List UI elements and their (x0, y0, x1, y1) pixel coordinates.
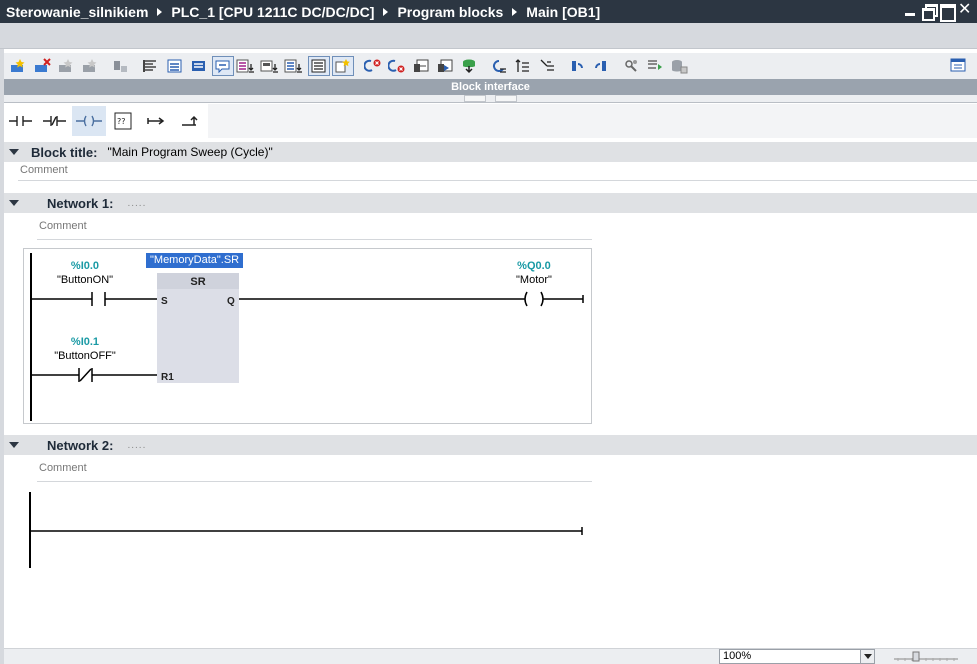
block-interface-splitter[interactable] (4, 95, 977, 103)
add-row-icon[interactable] (80, 56, 102, 76)
empty-box-icon[interactable]: ?? (106, 106, 140, 136)
network-1-diagram: %I0.0 "ButtonON" %I0.1 "ButtonOFF" %Q0.0… (30, 253, 584, 421)
editor-header-strip (0, 23, 977, 49)
collapse-triangle-icon[interactable] (9, 200, 19, 206)
block-title-value[interactable]: "Main Program Sweep (Cycle)" (107, 145, 272, 159)
coil-icon[interactable] (72, 106, 106, 136)
contact-buttonoff-name[interactable]: "ButtonOFF" (54, 350, 116, 362)
minimize-icon[interactable] (904, 4, 917, 17)
zoom-slider-thumb[interactable] (912, 651, 920, 662)
network-1-header[interactable]: Network 1: ..... (4, 193, 977, 213)
zoom-slider[interactable] (893, 651, 959, 663)
favorites-icon[interactable] (164, 56, 186, 76)
absolute-operands-icon[interactable] (140, 56, 162, 76)
contact-buttonon[interactable] (91, 292, 106, 306)
insert-network-icon[interactable] (8, 56, 30, 76)
svg-text:??: ?? (117, 117, 126, 126)
download-icon[interactable] (668, 56, 690, 76)
nc-contact-icon[interactable] (38, 106, 72, 136)
update-inputs-icon[interactable] (458, 56, 480, 76)
network-1-ladder[interactable]: %I0.0 "ButtonON" %I0.1 "ButtonOFF" %Q0.0… (23, 248, 592, 424)
load-icon[interactable] (512, 56, 534, 76)
editor-toolbar (4, 53, 977, 79)
network-2-header[interactable]: Network 2: ..... (4, 435, 977, 455)
snapshot-icon[interactable] (434, 56, 456, 76)
chevron-down-icon[interactable] (860, 650, 874, 663)
block-interface-toggle-icon[interactable] (949, 56, 967, 74)
contact-buttonon-name[interactable]: "ButtonON" (57, 274, 113, 286)
window-controls: ✕ (904, 2, 971, 22)
compare-icon[interactable] (488, 56, 510, 76)
network-2-title[interactable]: ..... (127, 440, 146, 451)
open-all-networks-icon[interactable] (236, 56, 258, 76)
go-to-next-error-icon[interactable] (362, 56, 384, 76)
sr-pin-s: S (161, 296, 168, 307)
contact-buttonon-address[interactable]: %I0.0 (71, 260, 99, 272)
network-comments-icon[interactable] (188, 56, 210, 76)
reset-start-values-icon[interactable] (110, 56, 132, 76)
close-all-networks-icon[interactable] (260, 56, 282, 76)
block-title-label: Block title: (31, 144, 98, 160)
expand-up-icon[interactable] (464, 95, 486, 102)
lad-elements-bar: ?? (4, 104, 208, 138)
comment-toggle-icon[interactable] (212, 56, 234, 76)
coil-motor[interactable] (524, 291, 544, 307)
properties-icon[interactable] (644, 56, 666, 76)
zoom-value: 100% (723, 650, 752, 662)
editor-title-bar: Sterowanie_silnikiem PLC_1 [CPU 1211C DC… (0, 0, 977, 23)
monitor-icon[interactable] (410, 56, 432, 76)
lad-bar-background (208, 104, 977, 138)
block-interface-bar[interactable]: Block interface (4, 79, 977, 95)
sr-type-label: SR (190, 276, 205, 288)
network-2-comment-field[interactable]: Comment (37, 462, 592, 482)
coil-motor-name[interactable]: "Motor" (516, 274, 552, 286)
sr-pin-r1: R1 (161, 372, 174, 383)
breadcrumb-separator-icon (512, 7, 518, 16)
network-2-ladder[interactable] (23, 490, 592, 572)
open-branch-icon[interactable] (140, 106, 174, 136)
insert-row-icon[interactable] (56, 56, 78, 76)
network-1-comment-field[interactable]: Comment (37, 220, 592, 240)
block-title-header[interactable]: Block title: "Main Program Sweep (Cycle)… (4, 142, 977, 162)
block-comment-field[interactable]: Comment (18, 164, 977, 181)
breadcrumb-project[interactable]: Sterowanie_silnikiem (6, 4, 148, 20)
test-icon[interactable] (620, 56, 642, 76)
breadcrumb-separator-icon (157, 7, 163, 16)
collapse-triangle-icon[interactable] (9, 149, 19, 155)
close-icon[interactable]: ✕ (958, 2, 971, 18)
step-icon[interactable] (566, 56, 588, 76)
maximize-icon[interactable] (940, 4, 956, 22)
sr-box[interactable] (157, 273, 239, 383)
contact-buttonoff-address[interactable]: %I0.1 (71, 336, 99, 348)
collapse-down-icon[interactable] (495, 95, 517, 102)
zoom-select[interactable]: 100% (719, 649, 875, 664)
breadcrumb-separator-icon (383, 7, 389, 16)
collapse-triangle-icon[interactable] (9, 442, 19, 448)
sr-instance-db[interactable]: "MemoryData".SR (146, 253, 244, 268)
operand-display-icon[interactable] (284, 56, 306, 76)
display-toggle-icon[interactable] (308, 56, 330, 76)
network-1-title[interactable]: ..... (127, 198, 146, 209)
breadcrumb-block[interactable]: Main [OB1] (526, 4, 600, 20)
breadcrumb-program-blocks[interactable]: Program blocks (397, 4, 503, 20)
network-2-label: Network 2: (47, 437, 114, 453)
step-over-icon[interactable] (590, 56, 612, 76)
close-branch-icon[interactable] (174, 106, 208, 136)
delete-network-icon[interactable] (32, 56, 54, 76)
highlight-icon[interactable] (332, 56, 354, 76)
toggle-breakpoint-icon[interactable] (536, 56, 558, 76)
breadcrumb-plc[interactable]: PLC_1 [CPU 1211C DC/DC/DC] (171, 4, 374, 20)
restore-icon[interactable] (922, 4, 938, 21)
network-1-label: Network 1: (47, 195, 114, 211)
no-contact-icon[interactable] (4, 106, 38, 136)
coil-motor-address[interactable]: %Q0.0 (517, 260, 551, 272)
contact-buttonoff[interactable] (78, 368, 93, 382)
go-to-previous-error-icon[interactable] (386, 56, 408, 76)
sr-pin-q: Q (227, 296, 235, 307)
